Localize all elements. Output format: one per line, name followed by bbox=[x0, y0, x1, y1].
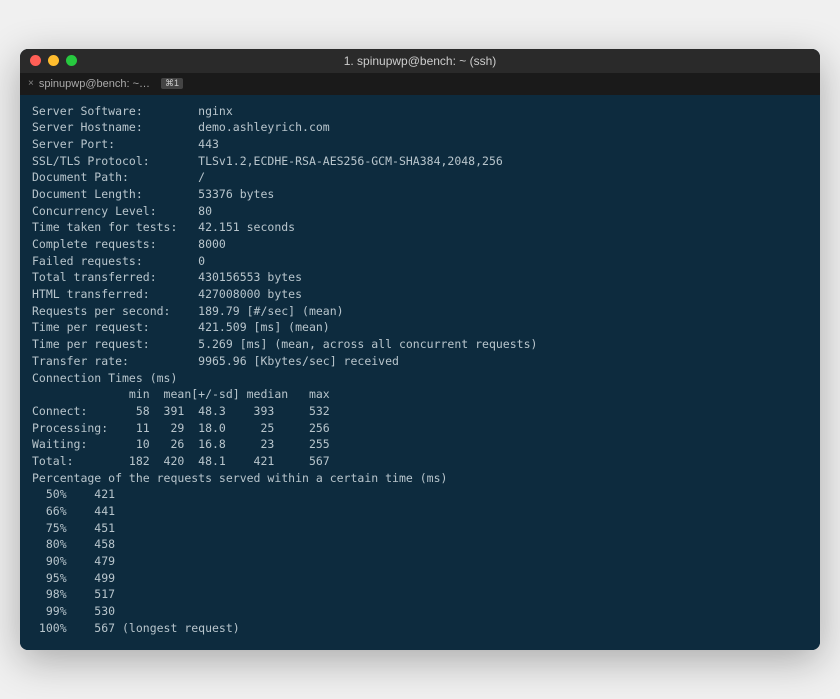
output-line: min mean[+/-sd] median max bbox=[32, 386, 808, 403]
output-line: Waiting: 10 26 16.8 23 255 bbox=[32, 436, 808, 453]
output-line: Connection Times (ms) bbox=[32, 370, 808, 387]
tab-ssh[interactable]: × spinupwp@bench: ~… ⌘1 bbox=[28, 78, 183, 90]
output-line: 99% 530 bbox=[32, 603, 808, 620]
traffic-lights bbox=[30, 55, 77, 66]
output-line: Document Length: 53376 bytes bbox=[32, 186, 808, 203]
output-line: 50% 421 bbox=[32, 486, 808, 503]
output-line: Requests per second: 189.79 [#/sec] (mea… bbox=[32, 303, 808, 320]
output-line: Time per request: 5.269 [ms] (mean, acro… bbox=[32, 336, 808, 353]
output-line: Connect: 58 391 48.3 393 532 bbox=[32, 403, 808, 420]
output-line: HTML transferred: 427008000 bytes bbox=[32, 286, 808, 303]
output-line: Document Path: / bbox=[32, 169, 808, 186]
close-icon[interactable] bbox=[30, 55, 41, 66]
titlebar[interactable]: 1. spinupwp@bench: ~ (ssh) bbox=[20, 49, 820, 73]
window-title: 1. spinupwp@bench: ~ (ssh) bbox=[30, 54, 810, 68]
output-line: 98% 517 bbox=[32, 586, 808, 603]
output-line: Failed requests: 0 bbox=[32, 253, 808, 270]
tab-close-icon[interactable]: × bbox=[28, 78, 34, 89]
terminal-output[interactable]: Server Software: nginxServer Hostname: d… bbox=[20, 95, 820, 651]
output-line: 95% 499 bbox=[32, 570, 808, 587]
output-line: Processing: 11 29 18.0 25 256 bbox=[32, 420, 808, 437]
output-line: Server Software: nginx bbox=[32, 103, 808, 120]
output-line: Transfer rate: 9965.96 [Kbytes/sec] rece… bbox=[32, 353, 808, 370]
output-line: Time taken for tests: 42.151 seconds bbox=[32, 219, 808, 236]
tab-label: spinupwp@bench: ~… bbox=[39, 78, 150, 90]
output-line: Total transferred: 430156553 bytes bbox=[32, 269, 808, 286]
output-line: Complete requests: 8000 bbox=[32, 236, 808, 253]
output-line: 80% 458 bbox=[32, 536, 808, 553]
tab-shortcut: ⌘1 bbox=[161, 78, 183, 89]
output-line: Percentage of the requests served within… bbox=[32, 470, 808, 487]
output-line: Server Port: 443 bbox=[32, 136, 808, 153]
output-line: Total: 182 420 48.1 421 567 bbox=[32, 453, 808, 470]
output-line: 75% 451 bbox=[32, 520, 808, 537]
output-line: SSL/TLS Protocol: TLSv1.2,ECDHE-RSA-AES2… bbox=[32, 153, 808, 170]
output-line: 100% 567 (longest request) bbox=[32, 620, 808, 637]
output-line: Server Hostname: demo.ashleyrich.com bbox=[32, 119, 808, 136]
terminal-window: 1. spinupwp@bench: ~ (ssh) × spinupwp@be… bbox=[20, 49, 820, 651]
output-line: Concurrency Level: 80 bbox=[32, 203, 808, 220]
minimize-icon[interactable] bbox=[48, 55, 59, 66]
tabbar: × spinupwp@bench: ~… ⌘1 bbox=[20, 73, 820, 95]
maximize-icon[interactable] bbox=[66, 55, 77, 66]
output-line: 66% 441 bbox=[32, 503, 808, 520]
output-line: Time per request: 421.509 [ms] (mean) bbox=[32, 319, 808, 336]
output-line: 90% 479 bbox=[32, 553, 808, 570]
